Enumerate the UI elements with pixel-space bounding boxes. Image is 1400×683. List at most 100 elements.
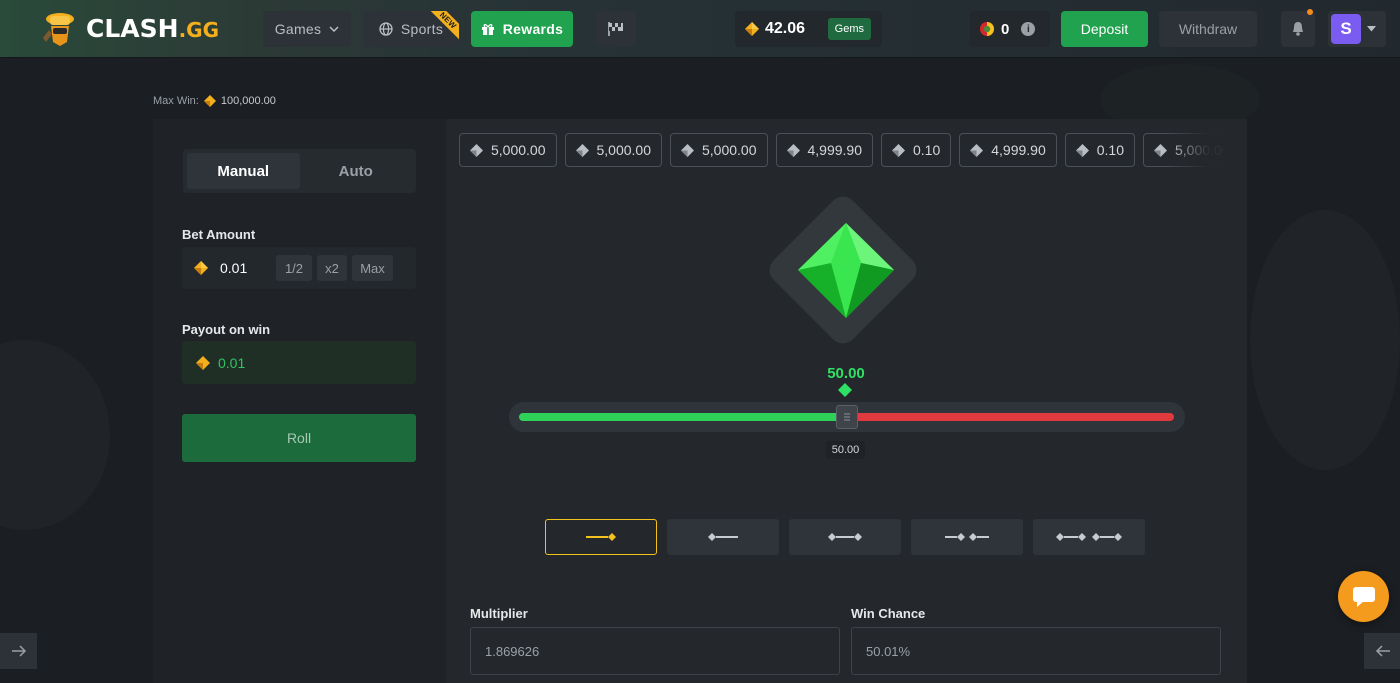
roll-over-button[interactable] (545, 519, 657, 555)
history-value: 5,000.00 (596, 142, 652, 158)
roll-under-button[interactable] (667, 519, 779, 555)
roll-button[interactable]: Roll (182, 414, 416, 462)
gem-icon (194, 261, 208, 275)
max-win-info: Max Win: 100,000.00 (153, 95, 276, 107)
slider-handle[interactable] (836, 405, 858, 429)
lose-range-bar (847, 413, 1174, 421)
history-value: 4,999.90 (991, 142, 1046, 158)
race-flag-button[interactable] (596, 11, 636, 47)
bet-amount-value[interactable]: 0.01 (220, 260, 276, 276)
max-win-label: Max Win: (153, 95, 199, 107)
result-value: 50.00 (827, 365, 865, 382)
games-menu-button[interactable]: Games (263, 11, 351, 47)
payout-value: 0.01 (218, 354, 246, 371)
grip-icon (844, 413, 850, 421)
gift-icon (481, 24, 494, 35)
double-bet-button[interactable]: x2 (317, 255, 347, 281)
chevron-down-icon (329, 26, 339, 32)
half-bet-button[interactable]: 1/2 (276, 255, 312, 281)
rewards-label: Rewards (502, 21, 564, 37)
bell-icon (1293, 22, 1303, 36)
notification-dot (1307, 9, 1313, 15)
multiplier-input[interactable]: 1.869626 (470, 627, 840, 675)
history-chip: 5,000.00 (459, 133, 557, 167)
info-icon[interactable]: i (1021, 22, 1036, 36)
user-menu[interactable]: S (1328, 11, 1386, 47)
roll-mode-selector (545, 519, 1145, 555)
history-value: 4,999.90 (807, 142, 863, 158)
tab-auto[interactable]: Auto (300, 153, 413, 189)
gems-selector[interactable]: Gems (827, 18, 871, 40)
between-two-icon (1056, 533, 1122, 541)
history-value: 0.10 (913, 142, 941, 158)
roll-history: 5,000.00 5,000.00 5,000.00 4,999.90 0.10 4,99… (459, 133, 1223, 169)
roll-under-icon (708, 533, 738, 541)
history-chip: 0.10 (1064, 133, 1135, 167)
history-fade (1166, 133, 1236, 169)
gem-icon (745, 22, 759, 36)
gem-icon (970, 143, 984, 157)
roll-over-icon (586, 533, 616, 541)
gem-icon (1075, 143, 1089, 157)
gem-icon (575, 143, 589, 157)
dice-game-panel: 5,000.00 5,000.00 5,000.00 4,999.90 0.10 4,99… (446, 119, 1247, 683)
expand-right-sidebar-button[interactable] (1364, 633, 1400, 669)
history-chip: 4,999.90 (959, 133, 1057, 167)
bet-amount-label: Bet Amount (182, 227, 256, 242)
rewards-button[interactable]: Rewards (471, 11, 573, 47)
slider-value-tooltip: 50.00 (826, 441, 865, 459)
win-chance-input[interactable]: 50.01% (851, 627, 1221, 675)
deposit-button[interactable]: Deposit (1061, 11, 1148, 47)
withdraw-button[interactable]: Withdraw (1159, 11, 1257, 47)
history-value: 5,000.00 (702, 142, 757, 158)
expand-left-sidebar-button[interactable] (0, 633, 37, 669)
roll-slider[interactable] (509, 402, 1185, 432)
history-value: 0.10 (1096, 142, 1124, 158)
roll-outside-button[interactable] (911, 519, 1023, 555)
gem-balance[interactable]: 42.06 Gems (735, 11, 882, 47)
logo-wordmark: CLASH.GG (86, 13, 219, 43)
payout-label: Payout on win (182, 322, 271, 337)
bet-mode-tabs: Manual Auto (183, 149, 416, 193)
arrow-left-icon (1375, 645, 1390, 657)
outside-icon (945, 533, 989, 541)
bet-controls-panel: Manual Auto Bet Amount 0.01 1/2 x2 Max P… (153, 119, 446, 683)
chat-button[interactable] (1338, 571, 1389, 622)
result-gem-icon (798, 223, 894, 318)
max-bet-button[interactable]: Max (352, 255, 393, 281)
coin-value: 0 (1001, 20, 1010, 38)
result-marker-icon (838, 383, 852, 397)
roll-between-two-button[interactable] (1033, 519, 1145, 555)
globe-icon (379, 22, 393, 36)
logo-miner-icon (40, 8, 80, 48)
top-navigation-bar: CLASH.GG Games Sports NEW Rewards 42.06 … (0, 0, 1400, 58)
gem-icon (892, 143, 905, 157)
history-chip: 5,000.00 (670, 133, 768, 167)
multiplier-label: Multiplier (470, 606, 528, 621)
max-win-value: 100,000.00 (220, 95, 276, 107)
coin-icon (980, 22, 994, 36)
background-leaf (0, 340, 110, 530)
arrow-right-icon (11, 645, 26, 657)
gem-icon (196, 355, 210, 370)
chat-bubble-icon (1352, 586, 1375, 607)
site-logo[interactable]: CLASH.GG (40, 8, 219, 48)
bet-amount-field[interactable]: 0.01 1/2 x2 Max (182, 247, 416, 289)
coin-balance[interactable]: 0 i (970, 11, 1050, 47)
background-leaf (1250, 210, 1400, 470)
games-label: Games (274, 21, 322, 37)
checkered-flag-icon (608, 22, 623, 36)
tab-manual[interactable]: Manual (187, 153, 300, 189)
notifications-button[interactable] (1281, 9, 1315, 47)
sports-label: Sports (400, 21, 444, 37)
gem-icon (470, 143, 483, 157)
roll-between-button[interactable] (789, 519, 901, 555)
history-chip: 4,999.90 (775, 133, 873, 167)
caret-down-icon (1367, 26, 1376, 32)
win-chance-label: Win Chance (851, 606, 926, 621)
win-range-bar (519, 413, 847, 421)
sports-nav-button[interactable]: Sports NEW (363, 11, 459, 47)
gem-icon (786, 143, 800, 157)
between-icon (828, 533, 862, 541)
history-value: 5,000.00 (491, 142, 546, 158)
